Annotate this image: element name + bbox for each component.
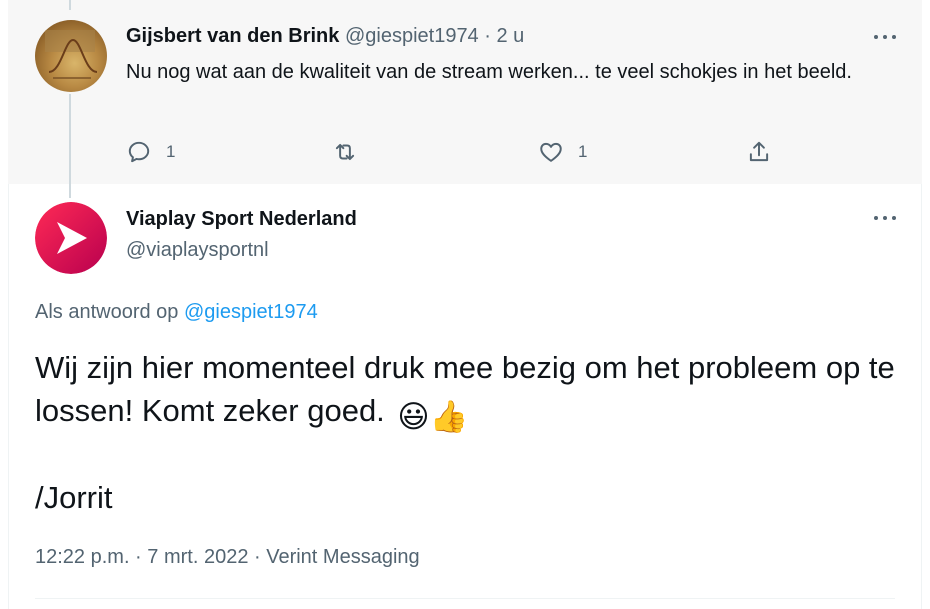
avatar-photo-icon [45,30,98,79]
share-icon [749,141,769,162]
meta-separator: · [484,25,491,47]
emoji-smile-thumbs: 😃👍 [397,399,469,434]
parent-tweet-header: Gijsbert van den Brink @giespiet1974 · 2… [126,24,524,48]
reply-context: Als antwoord op @giespiet1974 [35,299,318,325]
reply-to-label: Als antwoord op [35,301,179,323]
more-dot [883,216,887,220]
more-dots-icon [874,35,878,39]
parent-more-button[interactable] [871,27,899,47]
tweet-signature: /Jorrit [35,480,113,515]
viaplay-logo-icon [35,202,107,274]
main-tweet-body: Wij zijn hier momenteel druk mee bezig o… [35,346,895,438]
parent-time-ago[interactable]: 2 u [496,25,524,47]
parent-author-name[interactable]: Gijsbert van den Brink [126,25,339,47]
share-button[interactable] [746,136,772,168]
thread-line [69,94,71,198]
parent-tweet-actions: 1 1 [126,136,786,168]
retweet-icon [335,143,355,161]
more-dot [892,35,896,39]
more-dots-icon [874,216,878,220]
parent-author-handle[interactable]: @giespiet1974 [345,25,479,47]
reply-to-handle-link[interactable]: @giespiet1974 [184,301,318,323]
more-dot [883,35,887,39]
parent-tweet-text: Nu nog wat aan de kwaliteit van de strea… [126,61,852,83]
viaplay-avatar[interactable] [35,202,107,274]
like-count: 1 [578,142,588,161]
thread-line [69,0,71,10]
divider [35,598,895,599]
parent-avatar[interactable] [35,20,107,92]
retweet-button[interactable] [332,136,358,168]
main-more-button[interactable] [871,208,899,228]
main-author-name[interactable]: Viaplay Sport Nederland [126,206,357,232]
like-button[interactable]: 1 [538,136,587,168]
tweet-timestamp[interactable]: 12:22 p.m. · 7 mrt. 2022 · Verint Messag… [35,544,420,570]
heart-icon [540,142,562,162]
more-dot [892,216,896,220]
reply-button[interactable]: 1 [126,136,175,168]
reply-icon [128,141,150,163]
main-author-handle[interactable]: @viaplaysportnl [126,237,269,263]
reply-count: 1 [166,142,176,161]
